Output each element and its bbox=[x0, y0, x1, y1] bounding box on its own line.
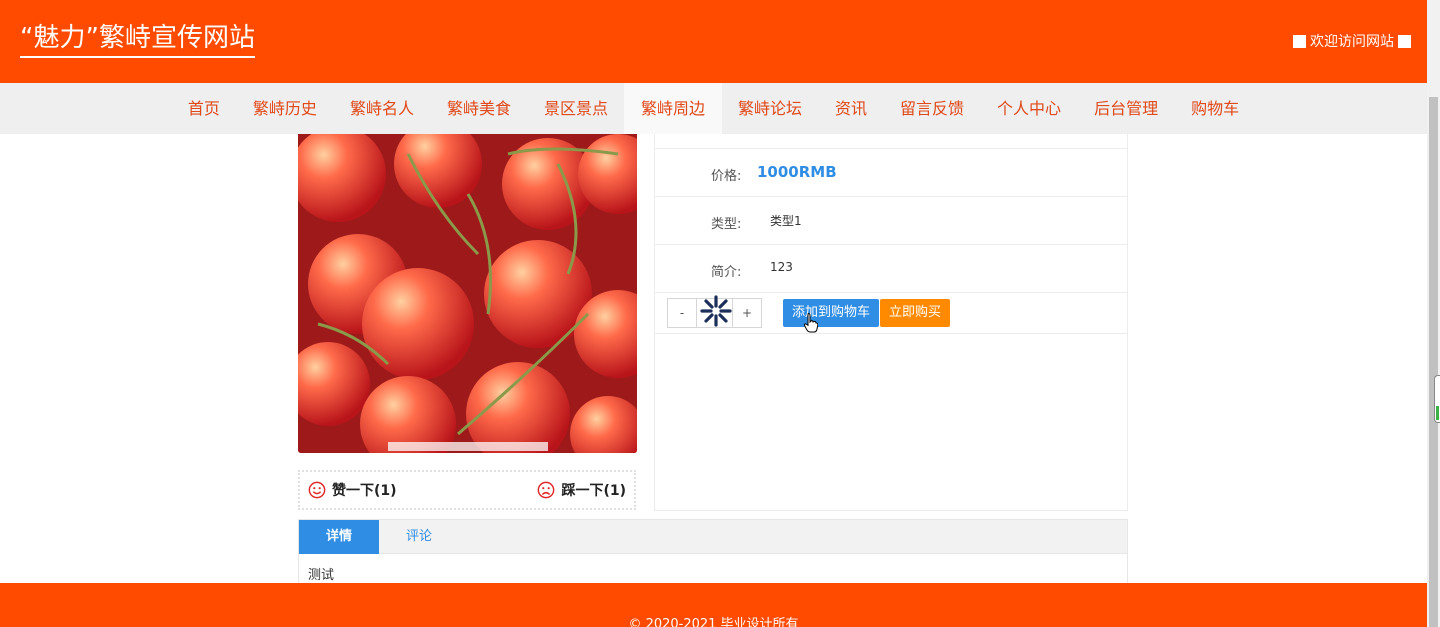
price-label: 价格: bbox=[711, 169, 742, 184]
welcome-text: 欢迎访问网站 bbox=[1310, 34, 1394, 50]
quantity-stepper: - + bbox=[667, 295, 762, 328]
side-float-widget[interactable] bbox=[1434, 375, 1440, 423]
info-row-top bbox=[655, 134, 1127, 149]
buy-now-button[interactable]: 立即购买 bbox=[880, 299, 951, 327]
nav-item-attractions[interactable]: 景区景点 bbox=[527, 83, 624, 134]
like-button[interactable]: 赞一下(1) bbox=[308, 480, 397, 500]
loading-spinner-icon bbox=[700, 295, 732, 327]
qty-plus-button[interactable]: + bbox=[733, 299, 761, 327]
dislike-label: 踩一下(1) bbox=[561, 483, 626, 499]
nav-item-forum[interactable]: 繁峙论坛 bbox=[722, 83, 819, 134]
square-icon bbox=[1398, 34, 1411, 48]
nav-item-history[interactable]: 繁峙历史 bbox=[236, 83, 333, 134]
nav-item-food[interactable]: 繁峙美食 bbox=[430, 83, 527, 134]
like-label: 赞一下(1) bbox=[332, 483, 397, 499]
smile-icon bbox=[308, 481, 326, 499]
page-scrollbar[interactable] bbox=[1427, 0, 1440, 627]
copyright-text: © 2020-2021 毕业设计所有 bbox=[628, 617, 799, 627]
intro-label: 简介: bbox=[711, 265, 742, 280]
type-row: 类型: 类型1 bbox=[655, 197, 1127, 245]
price-value: 1000RMB bbox=[757, 163, 837, 181]
type-label: 类型: bbox=[711, 217, 742, 232]
quantity-input[interactable] bbox=[696, 295, 733, 327]
dislike-button[interactable]: 踩一下(1) bbox=[537, 480, 626, 500]
welcome-banner: 欢迎访问网站 bbox=[1293, 31, 1411, 51]
tab-details[interactable]: 详情 bbox=[299, 520, 379, 554]
nav-item-celebrities[interactable]: 繁峙名人 bbox=[333, 83, 430, 134]
nav-item-news[interactable]: 资讯 bbox=[819, 83, 884, 134]
nav-item-cart[interactable]: 购物车 bbox=[1175, 83, 1256, 134]
price-row: 价格: 1000RMB bbox=[655, 149, 1127, 197]
site-title[interactable]: “魅力”繁峙宣传网站 bbox=[20, 22, 255, 58]
tab-content: 测试 bbox=[298, 554, 1128, 583]
cherries-photo-icon bbox=[298, 134, 637, 453]
nav-item-feedback[interactable]: 留言反馈 bbox=[884, 83, 981, 134]
status-bar-icon bbox=[1436, 406, 1439, 420]
product-image bbox=[298, 134, 637, 453]
site-header: “魅力”繁峙宣传网站 欢迎访问网站 bbox=[0, 0, 1427, 83]
add-to-cart-button[interactable]: 添加到购物车 bbox=[783, 299, 880, 327]
intro-row: 简介: 123 bbox=[655, 245, 1127, 293]
type-value: 类型1 bbox=[770, 214, 802, 228]
nav-item-admin[interactable]: 后台管理 bbox=[1078, 83, 1175, 134]
qty-minus-button[interactable]: - bbox=[668, 299, 696, 327]
detail-tabs: 详情 评论 bbox=[298, 519, 1128, 554]
main-nav: 首页 繁峙历史 繁峙名人 繁峙美食 景区景点 繁峙周边 繁峙论坛 资讯 留言反馈… bbox=[0, 83, 1427, 134]
scrollbar-thumb[interactable] bbox=[1429, 97, 1438, 627]
nav-item-profile[interactable]: 个人中心 bbox=[981, 83, 1078, 134]
frown-icon bbox=[538, 481, 555, 499]
nav-item-home[interactable]: 首页 bbox=[171, 83, 236, 134]
tab-comments[interactable]: 评论 bbox=[379, 520, 459, 554]
intro-value: 123 bbox=[770, 260, 793, 274]
site-footer: © 2020-2021 毕业设计所有 bbox=[0, 583, 1427, 627]
nav-item-surroundings[interactable]: 繁峙周边 bbox=[624, 83, 722, 134]
hand-cursor-icon bbox=[804, 313, 818, 333]
square-icon bbox=[1293, 34, 1306, 48]
vote-box: 赞一下(1) 踩一下(1) bbox=[298, 470, 636, 510]
